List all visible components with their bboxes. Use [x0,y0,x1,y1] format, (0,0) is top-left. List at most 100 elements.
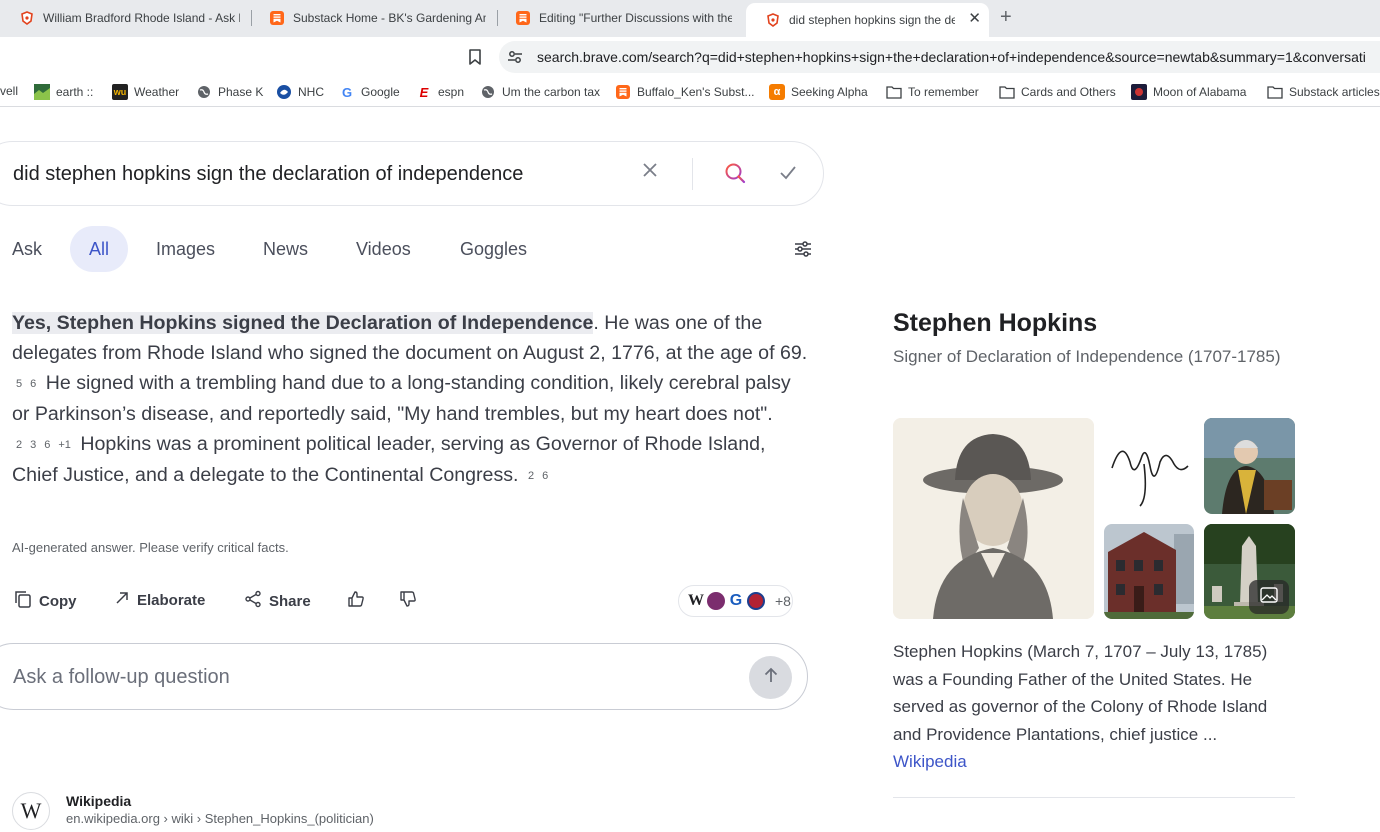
answer-text: He signed with a trembling hand due to a… [12,372,791,425]
filter-icon[interactable] [794,240,812,263]
browser-tab[interactable]: Substack Home - BK's Gardening Am [250,2,496,34]
search-result[interactable]: W Wikipedia en.wikipedia.org › wiki › St… [12,792,612,832]
tab-videos[interactable]: Videos [344,226,423,272]
brave-icon [766,13,780,27]
knowledge-panel-description: Stephen Hopkins (March 7, 1707 – July 13… [893,642,1268,771]
followup-placeholder: Ask a follow-up question [13,666,230,688]
arrow-up-right-icon [114,590,130,610]
send-button[interactable] [749,656,792,699]
share-icon [244,590,262,612]
bookmark-item[interactable]: Buffalo_Ken's Subst... [615,84,754,100]
house-image[interactable] [1104,524,1194,619]
bookmark-item[interactable]: Phase K [196,84,263,100]
ai-answer: Yes, Stephen Hopkins signed the Declarat… [12,308,812,491]
bookmark-item[interactable]: earth :: [34,84,93,100]
bookmark-item[interactable]: wu Weather [112,84,179,100]
citation[interactable]: 2 [528,470,534,482]
substack-icon [615,84,631,100]
portrait-image[interactable] [893,418,1094,619]
bookmark-item[interactable]: Um the carbon tax [480,84,600,100]
folder-icon [886,84,902,100]
substack-icon [270,11,284,25]
tab-ask[interactable]: Ask [0,226,54,272]
search-input[interactable]: did stephen hopkins sign the declaration… [13,163,523,186]
signature-image[interactable] [1104,418,1194,514]
bookmark-item[interactable]: NHC [276,84,324,100]
nhc-icon [276,84,292,100]
wikipedia-link[interactable]: Wikipedia [893,752,967,771]
substack-icon [516,11,530,25]
copy-button[interactable]: Copy [14,590,77,612]
citation[interactable]: 6 [542,470,548,482]
thumbs-down-button[interactable] [399,590,417,612]
divider [893,797,1295,798]
folder-icon [999,84,1015,100]
brave-icon [20,11,34,25]
bookmark-item[interactable]: vell [0,84,18,98]
bookmark-item[interactable]: Moon of Alabama [1131,84,1246,100]
close-icon[interactable]: ✕ [968,11,981,26]
citation[interactable]: 3 [30,439,36,451]
thumbs-up-icon [347,590,365,612]
knowledge-panel-subtitle: Signer of Declaration of Independence (1… [893,347,1281,366]
tab-all[interactable]: All [70,226,129,272]
citation[interactable]: 6 [30,378,36,390]
citation[interactable]: 6 [44,439,50,451]
sources-button[interactable]: W G +8 [678,585,793,617]
folder-icon [1267,84,1283,100]
seeking-alpha-icon: α [769,84,785,100]
globe-icon [480,84,496,100]
browser-tab[interactable]: Editing "Further Discussions with the [496,2,742,34]
search-icon[interactable] [724,162,746,189]
bookmark-item[interactable]: α Seeking Alpha [769,84,868,100]
moon-icon [1131,84,1147,100]
bookmark-item[interactable]: E espn [416,84,464,100]
bookmark-folder[interactable]: Cards and Others [999,84,1116,100]
source-icon [707,592,725,610]
flag-icon [747,592,765,610]
google-icon: G [341,84,353,100]
google-icon: G [729,592,743,609]
answer-text: Hopkins was a prominent political leader… [12,433,766,486]
elaborate-button[interactable]: Elaborate [114,590,205,610]
gallery-button[interactable] [1249,580,1289,614]
bookmark-item[interactable]: G Google [339,84,400,100]
address-bar[interactable]: search.brave.com/search?q=did+stephen+ho… [499,41,1380,73]
browser-tab[interactable]: William Bradford Rhode Island - Ask B [0,2,250,34]
bookmark-folder[interactable]: Substack articles [1267,84,1380,100]
weather-icon: wu [112,84,128,100]
bookmarks-bar: vell earth :: wu Weather Phase K NHC G G… [0,77,1380,107]
result-site-name: Wikipedia [66,793,132,809]
copy-icon [14,590,32,612]
new-tab-icon[interactable]: + [1000,6,1012,29]
site-settings-icon[interactable] [507,49,523,70]
result-breadcrumb: en.wikipedia.org › wiki › Stephen_Hopkin… [66,811,374,826]
bookmark-icon[interactable] [467,48,483,71]
search-box[interactable]: did stephen hopkins sign the declaration… [0,141,824,206]
browser-toolbar: search.brave.com/search?q=did+stephen+ho… [0,37,1380,77]
painting-image[interactable] [1204,418,1295,514]
knowledge-panel-title: Stephen Hopkins [893,309,1098,337]
clear-icon[interactable] [641,161,659,184]
answer-highlight: Yes, Stephen Hopkins signed the Declarat… [12,312,594,334]
check-icon[interactable] [778,163,798,188]
tab-images[interactable]: Images [144,226,227,272]
share-button[interactable]: Share [244,590,311,612]
earth-icon [34,84,50,100]
wikipedia-logo: W [12,792,50,830]
globe-icon [196,84,212,100]
divider [692,158,693,190]
citation[interactable]: 2 [16,439,22,451]
ai-disclaimer: AI-generated answer. Please verify criti… [12,540,289,555]
followup-input[interactable]: Ask a follow-up question [0,643,808,710]
image-icon [1260,586,1278,608]
bookmark-folder[interactable]: To remember [886,84,979,100]
espn-icon: E [419,84,429,100]
thumbs-up-button[interactable] [347,590,365,612]
browser-tab-active[interactable]: did stephen hopkins sign the dec ✕ [746,3,989,37]
answer-actions: Copy Elaborate Share W G +8 [0,585,800,617]
citation[interactable]: +1 [58,439,71,451]
tab-news[interactable]: News [251,226,320,272]
citation[interactable]: 5 [16,378,22,390]
tab-goggles[interactable]: Goggles [448,226,539,272]
